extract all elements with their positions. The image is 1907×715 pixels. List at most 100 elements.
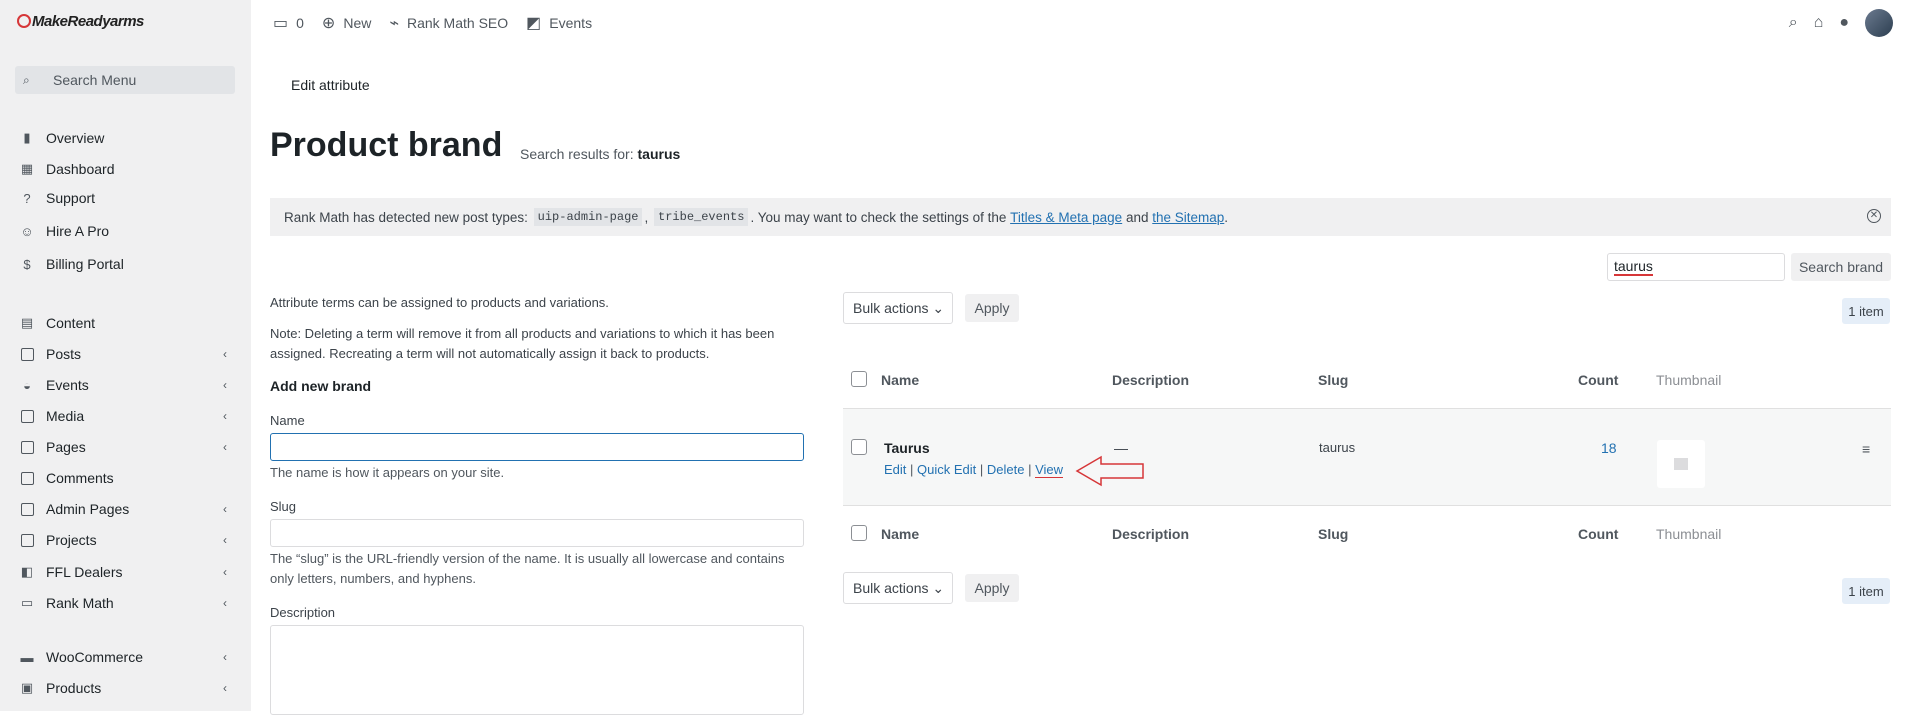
thumbnail-placeholder bbox=[1657, 440, 1705, 488]
sidebar-item-content[interactable]: ▤ Content bbox=[20, 312, 235, 334]
sidebar-item-overview[interactable]: ▮ Overview bbox=[20, 127, 235, 149]
chevron-left-icon: ‹ bbox=[223, 681, 227, 695]
term-description: — bbox=[1114, 440, 1128, 456]
new-button[interactable]: ⊕ New bbox=[322, 13, 371, 33]
item-count-top: 1 item bbox=[1842, 298, 1890, 324]
add-new-brand-heading: Add new brand bbox=[270, 378, 372, 394]
user-icon: ☺ bbox=[20, 223, 34, 239]
note-text: Note: Deleting a term will remove it fro… bbox=[270, 326, 775, 361]
chevron-left-icon: ‹ bbox=[223, 533, 227, 547]
description-label: Description bbox=[270, 605, 336, 620]
apply-button-bottom[interactable]: Apply bbox=[965, 574, 1019, 602]
sidebar-item-projects[interactable]: Projects ‹ bbox=[20, 529, 235, 551]
search-results-text: Search results for: taurus bbox=[520, 146, 681, 162]
calendar-icon: ◩ bbox=[526, 15, 542, 32]
edit-link[interactable]: Edit bbox=[884, 462, 906, 477]
column-description: Description bbox=[1112, 372, 1190, 388]
column-description-bottom: Description bbox=[1112, 526, 1190, 542]
column-slug[interactable]: Slug bbox=[1318, 372, 1348, 388]
term-name-link[interactable]: Taurus bbox=[884, 440, 930, 456]
page-title: Product brand bbox=[270, 126, 503, 164]
slug-label: Slug bbox=[270, 499, 297, 514]
column-name[interactable]: Name bbox=[881, 372, 919, 388]
search-icon: ⌕ bbox=[23, 72, 30, 87]
chevron-left-icon: ‹ bbox=[223, 378, 227, 392]
image-gallery-icon: ▤ bbox=[20, 315, 34, 330]
sidebar-item-posts[interactable]: Posts ‹ bbox=[20, 343, 235, 365]
edit-attribute-link[interactable]: Edit attribute bbox=[291, 77, 370, 93]
post-type-code: uip-admin-page bbox=[533, 208, 643, 226]
search-input[interactable]: taurus bbox=[1607, 253, 1785, 281]
bar-chart-icon: ▮ bbox=[23, 130, 31, 145]
table-row bbox=[843, 408, 1891, 506]
name-field[interactable] bbox=[270, 433, 804, 461]
sidebar-item-admin-pages[interactable]: Admin Pages ‹ bbox=[20, 498, 235, 520]
sidebar-item-events[interactable]: ◒ Events ‹ bbox=[20, 374, 235, 396]
titles-meta-link[interactable]: Titles & Meta page bbox=[1010, 210, 1122, 225]
apply-button-top[interactable]: Apply bbox=[965, 294, 1019, 322]
sidebar-item-billing-portal[interactable]: $ Billing Portal bbox=[20, 253, 235, 275]
row-actions: Edit | Quick Edit | Delete | View bbox=[884, 462, 1064, 478]
close-icon[interactable]: ✕ bbox=[1867, 209, 1881, 223]
sidebar-item-ffl-dealers[interactable]: ◧ FFL Dealers ‹ bbox=[20, 561, 235, 583]
slug-field[interactable] bbox=[270, 519, 804, 547]
term-slug: taurus bbox=[1319, 440, 1356, 455]
bulk-actions-select-top[interactable]: Bulk actions ⌄ bbox=[843, 292, 953, 324]
description-field[interactable] bbox=[270, 625, 804, 715]
comment-icon: ▭ bbox=[273, 15, 289, 32]
comment-icon bbox=[20, 471, 34, 485]
sitemap-link[interactable]: the Sitemap bbox=[1152, 210, 1224, 225]
term-count-link[interactable]: 18 bbox=[1601, 440, 1617, 456]
events-button[interactable]: ◩ Events bbox=[526, 13, 592, 33]
comments-button[interactable]: ▭ 0 bbox=[273, 13, 304, 33]
rank-math-icon: ⌁ bbox=[389, 15, 399, 32]
select-all-checkbox[interactable] bbox=[851, 371, 867, 387]
grid-icon: ▦ bbox=[20, 161, 34, 176]
menu-search[interactable]: ⌕ Search Menu bbox=[15, 66, 235, 94]
column-count-bottom[interactable]: Count bbox=[1578, 526, 1618, 542]
chevron-left-icon: ‹ bbox=[223, 565, 227, 579]
sidebar-item-products[interactable]: ▣ Products ‹ bbox=[20, 677, 235, 699]
home-icon[interactable]: ⌂ bbox=[1814, 14, 1824, 32]
column-thumbnail: Thumbnail bbox=[1656, 372, 1722, 388]
search-brand-button[interactable]: Search brand bbox=[1791, 253, 1891, 281]
row-checkbox[interactable] bbox=[851, 439, 867, 455]
post-type-code: tribe_events bbox=[654, 208, 749, 226]
sidebar-item-dashboard[interactable]: ▦ Dashboard bbox=[20, 158, 235, 180]
add-circle-icon[interactable]: ● bbox=[1839, 14, 1849, 32]
bulk-actions-select-bottom[interactable]: Bulk actions ⌄ bbox=[843, 572, 953, 604]
admin-page-icon bbox=[20, 502, 34, 516]
search-icon[interactable]: ⌕ bbox=[1789, 14, 1798, 32]
select-all-checkbox-bottom[interactable] bbox=[851, 525, 867, 541]
media-icon bbox=[20, 409, 34, 423]
sidebar-item-media[interactable]: Media ‹ bbox=[20, 405, 235, 427]
chevron-left-icon: ‹ bbox=[223, 409, 227, 423]
slug-help: The “slug” is the URL-friendly version o… bbox=[270, 551, 785, 586]
sidebar-item-hire-a-pro[interactable]: ☺ Hire A Pro bbox=[20, 220, 235, 242]
admin-bar: ▭ 0 ⊕ New ⌁ Rank Math SEO ◩ Events bbox=[251, 0, 1907, 46]
quick-edit-link[interactable]: Quick Edit bbox=[917, 462, 976, 477]
column-name-bottom[interactable]: Name bbox=[881, 526, 919, 542]
avatar[interactable] bbox=[1865, 9, 1893, 37]
column-count[interactable]: Count bbox=[1578, 372, 1618, 388]
help-icon: ? bbox=[23, 190, 31, 206]
sidebar-item-comments[interactable]: Comments bbox=[20, 467, 235, 489]
sidebar-item-pages[interactable]: Pages ‹ bbox=[20, 436, 235, 458]
sidebar: MakeReadyarms ⌕ Search Menu ▮ Overview ▦ D… bbox=[0, 0, 251, 711]
view-link[interactable]: View bbox=[1035, 462, 1064, 478]
admin-bar-right: ⌕ ⌂ ● bbox=[1789, 0, 1907, 46]
sidebar-item-support[interactable]: ? Support bbox=[20, 187, 235, 209]
sidebar-item-woocommerce[interactable]: ▬ WooCommerce ‹ bbox=[20, 646, 235, 668]
drag-handle-icon[interactable]: ≡ bbox=[1862, 441, 1870, 457]
image-placeholder-icon bbox=[1674, 458, 1688, 470]
project-icon bbox=[20, 533, 34, 547]
rank-math-notice: Rank Math has detected new post types: u… bbox=[270, 198, 1891, 236]
menu-search-placeholder: Search Menu bbox=[53, 72, 137, 88]
column-slug-bottom[interactable]: Slug bbox=[1318, 526, 1348, 542]
annotation-arrow-icon bbox=[1075, 455, 1144, 487]
plus-circle-icon: ⊕ bbox=[321, 15, 336, 32]
site-logo[interactable]: MakeReadyarms bbox=[17, 13, 144, 30]
delete-link[interactable]: Delete bbox=[987, 462, 1025, 477]
sidebar-item-rank-math[interactable]: ▭ Rank Math ‹ bbox=[20, 592, 235, 614]
rank-math-seo-button[interactable]: ⌁ Rank Math SEO bbox=[389, 13, 508, 33]
